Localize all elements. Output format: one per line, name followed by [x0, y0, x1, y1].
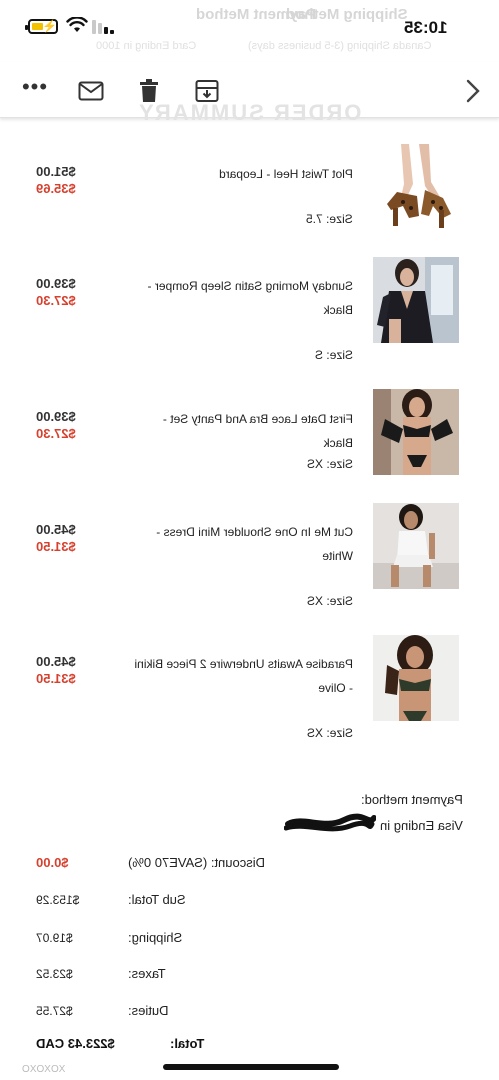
- duties-value: $27.55: [36, 1004, 73, 1018]
- product-image[interactable]: [373, 257, 459, 343]
- shipping-label: Shipping:: [128, 930, 183, 945]
- product-name[interactable]: Sunday Morning Satin Sleep Romper - Blac…: [133, 274, 353, 322]
- product-name[interactable]: Cut Me In One Shoulder Mini Dress - Whit…: [133, 520, 353, 568]
- subtotal-value: $153.29: [36, 893, 80, 907]
- original-price: $51.00: [36, 164, 76, 179]
- original-price: $39.00: [36, 276, 76, 291]
- home-indicator[interactable]: [163, 1064, 339, 1070]
- product-size: Size: XS: [306, 594, 353, 608]
- product-image[interactable]: [373, 503, 459, 589]
- sale-price: $31.50: [36, 671, 76, 686]
- status-bar: ⚡ 10:35: [0, 0, 499, 56]
- duties-label: Duties:: [128, 1003, 169, 1018]
- taxes-label: Taxes:: [128, 966, 166, 981]
- original-price: $45.00: [36, 522, 76, 537]
- shipping-value: $19.07: [36, 931, 73, 945]
- sale-price: $27.30: [36, 293, 76, 308]
- total-label: Total:: [170, 1036, 205, 1051]
- product-size: Size: S: [314, 348, 353, 362]
- payment-visa-ending: Visa Ending in: [380, 818, 463, 833]
- product-image[interactable]: [373, 144, 459, 230]
- sale-price: $35.69: [36, 181, 76, 196]
- product-image[interactable]: [373, 389, 459, 475]
- taxes-value: $23.52: [36, 967, 73, 981]
- subtotal-label: Sub Total:: [128, 892, 186, 907]
- wifi-icon: [66, 17, 88, 32]
- original-price: $45.00: [36, 654, 76, 669]
- product-size: Size: 7.5: [306, 212, 353, 226]
- product-name[interactable]: Paradise Awaits Underwire 2 Piece Bikini…: [133, 652, 353, 700]
- more-icon[interactable]: •••: [18, 70, 52, 104]
- battery-icon: ⚡: [25, 19, 58, 34]
- sale-price: $31.50: [36, 539, 76, 554]
- discount-label: Discount: (SAVE70 0%): [128, 855, 266, 870]
- status-time: 10:35: [404, 18, 448, 37]
- cellular-signal-icon: [92, 20, 114, 34]
- original-price: $39.00: [36, 409, 76, 424]
- product-image[interactable]: [373, 635, 459, 721]
- product-size: Size: XS: [306, 726, 353, 740]
- discount-value: $0.00: [36, 855, 69, 870]
- total-value: $223.43 CAD: [36, 1036, 115, 1051]
- payment-method-label: Payment method:: [361, 792, 463, 807]
- order-summary-title: ORDER SUMMARY: [137, 100, 362, 125]
- product-name[interactable]: First Date Lace Bra And Panty Set - Blac…: [133, 407, 353, 455]
- sale-price: $27.30: [36, 426, 76, 441]
- footer-signoff: XOXOXO: [22, 1064, 66, 1075]
- product-size: Size: XS: [306, 457, 353, 471]
- product-name[interactable]: Plot Twist Heel - Leopard: [133, 162, 353, 186]
- redaction-scribble: [284, 813, 376, 832]
